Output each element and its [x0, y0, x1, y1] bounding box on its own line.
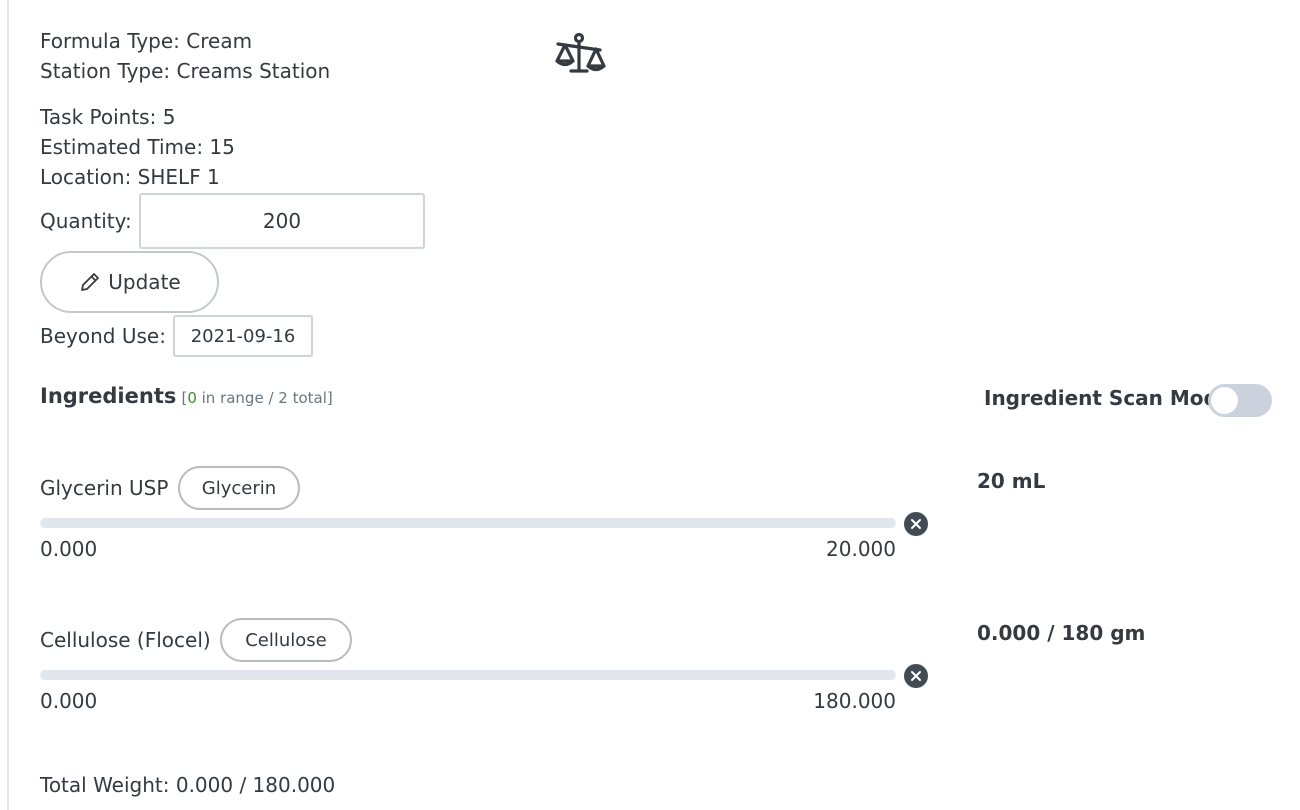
ingredient-amount: 0.000 / 180 gm [977, 621, 1146, 645]
ingredient-tag-label: Cellulose [245, 629, 327, 651]
quantity-label: Quantity: [40, 209, 132, 233]
ingredient-scan-mode-label: Ingredient Scan Mode [984, 386, 1232, 410]
estimated-time: Estimated Time: 15 [40, 135, 235, 159]
ingredients-range-summary: [0 in range / 2 total] [181, 389, 333, 407]
beyond-use-date-field[interactable]: 2021-09-16 [173, 315, 313, 357]
ingredients-header: Ingredients [0 in range / 2 total] [40, 381, 333, 413]
page-left-border [7, 0, 9, 810]
toggle-knob [1211, 387, 1238, 414]
ingredient-tag-cellulose[interactable]: Cellulose [220, 618, 352, 662]
balance-scale-icon [554, 30, 608, 76]
location: Location: SHELF 1 [40, 165, 220, 189]
task-points: Task Points: 5 [40, 105, 176, 129]
ingredient-range-max: 20.000 [826, 537, 896, 561]
ingredient-range-track[interactable] [40, 670, 896, 680]
quantity-input[interactable] [139, 193, 425, 249]
formula-type: Formula Type: Cream [40, 29, 253, 53]
in-range-count: 0 [187, 389, 197, 407]
ingredient-name: Glycerin USP [40, 476, 169, 500]
update-button[interactable]: Update [40, 251, 219, 313]
close-circle-icon[interactable] [904, 664, 928, 688]
ingredient-scan-mode-toggle[interactable] [1208, 384, 1272, 417]
station-type: Station Type: Creams Station [40, 59, 331, 83]
ingredient-tag-label: Glycerin [201, 477, 277, 499]
ingredients-title: Ingredients [40, 384, 177, 408]
ingredient-name: Cellulose (Flocel) [40, 628, 211, 652]
ingredient-range-min: 0.000 [40, 689, 98, 713]
ingredient-range-track[interactable] [40, 518, 896, 528]
beyond-use-date: 2021-09-16 [190, 325, 296, 347]
update-label: Update [108, 270, 181, 294]
ingredient-amount: 20 mL [977, 469, 1046, 493]
ingredient-range-min: 0.000 [40, 537, 98, 561]
total-weight: Total Weight: 0.000 / 180.000 [40, 773, 336, 797]
beyond-use-label: Beyond Use: [40, 324, 166, 348]
ingredient-range-max: 180.000 [813, 689, 896, 713]
ingredient-tag-glycerin[interactable]: Glycerin [178, 466, 300, 510]
pencil-icon [78, 270, 102, 294]
close-circle-icon[interactable] [904, 512, 928, 536]
